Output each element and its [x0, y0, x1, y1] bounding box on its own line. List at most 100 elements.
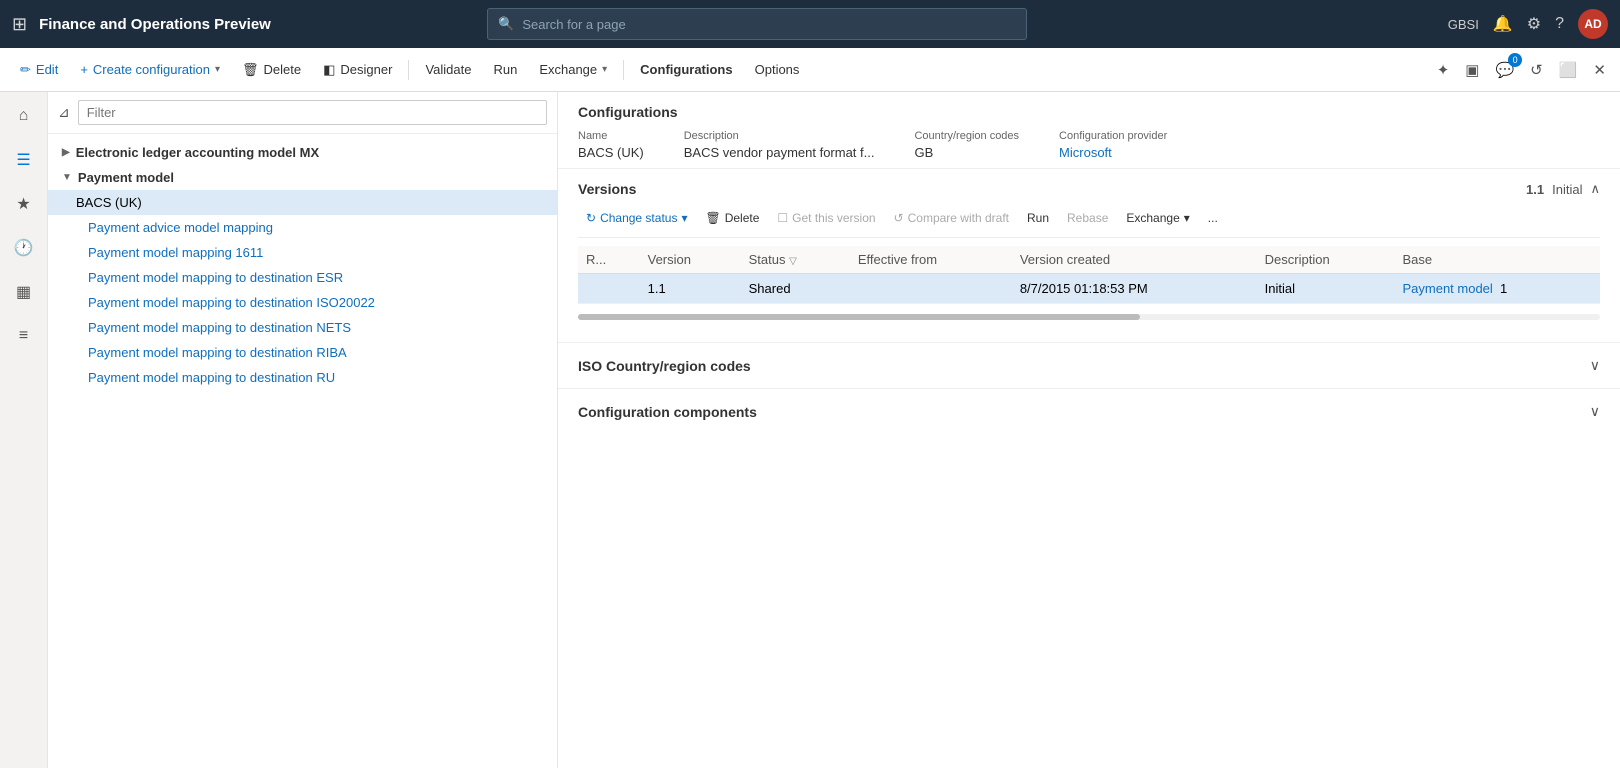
- home-icon[interactable]: ⌂: [8, 100, 40, 132]
- designer-button[interactable]: ◧ Designer: [313, 56, 402, 84]
- config-fields: Name BACS (UK) Description BACS vendor p…: [578, 130, 1600, 160]
- options-tab[interactable]: Options: [745, 56, 810, 83]
- chevron-down-icon: ▾: [215, 64, 220, 75]
- edit-icon: ✏: [20, 62, 31, 78]
- get-this-version-button[interactable]: ☐ Get this version: [769, 207, 883, 229]
- exchange-caret: ▾: [1184, 211, 1190, 225]
- tree-filter-icon: ⊿: [58, 104, 70, 121]
- version-exchange-button[interactable]: Exchange ▾: [1118, 207, 1197, 229]
- config-section-title: Configurations: [578, 104, 1600, 120]
- tree-item-payment-riba[interactable]: Payment model mapping to destination RIB…: [48, 340, 557, 365]
- col-status: Status ▽: [741, 246, 850, 274]
- top-bar: ⊞ Finance and Operations Preview 🔍 GBSI …: [0, 0, 1620, 48]
- tree-group-payment-model[interactable]: ▼ Payment model: [48, 165, 557, 190]
- version-number: 1.1: [1526, 182, 1544, 197]
- cell-base: Payment model 1: [1394, 274, 1600, 304]
- table-row[interactable]: 1.1 Shared 8/7/2015 01:18:53 PM Initial …: [578, 274, 1600, 304]
- side-panel-icon[interactable]: ▣: [1461, 57, 1483, 83]
- config-header: Configurations Name BACS (UK) Descriptio…: [558, 92, 1620, 169]
- main-layout: ⌂ ☰ ★ 🕐 ▦ ≡ ⊿ ▶ Electronic ledger accoun…: [0, 92, 1620, 768]
- expanded-icon: ▼: [62, 172, 72, 183]
- iso-chevron-down-icon: ∨: [1590, 357, 1600, 374]
- top-bar-right: GBSI 🔔 ⚙ ? AD: [1448, 9, 1608, 39]
- status-filter-icon[interactable]: ▽: [789, 256, 797, 267]
- validate-button[interactable]: Validate: [415, 56, 481, 83]
- run-button[interactable]: Run: [483, 56, 527, 83]
- tree-body: ▶ Electronic ledger accounting model MX …: [48, 134, 557, 768]
- config-components-section[interactable]: Configuration components ∨: [558, 388, 1620, 434]
- separator2: [623, 60, 624, 80]
- tree-item-bacs-uk[interactable]: BACS (UK): [48, 190, 557, 215]
- filter-nav-icon[interactable]: ☰: [8, 144, 40, 176]
- col-base: Base: [1394, 246, 1600, 274]
- search-icon: 🔍: [498, 16, 514, 32]
- search-bar[interactable]: 🔍: [487, 8, 1027, 40]
- version-run-button[interactable]: Run: [1019, 207, 1057, 229]
- avatar[interactable]: AD: [1578, 9, 1608, 39]
- close-icon[interactable]: ✕: [1589, 57, 1610, 83]
- cell-version: 1.1: [640, 274, 741, 304]
- base-link[interactable]: Payment model: [1402, 281, 1492, 296]
- versions-table: R... Version Status ▽ Effective from Ver…: [578, 246, 1600, 304]
- tree-item-payment-model-1611[interactable]: Payment model mapping 1611: [48, 240, 557, 265]
- description-value: BACS vendor payment format f...: [684, 145, 875, 160]
- compare-with-draft-button[interactable]: ↺ Compare with draft: [886, 207, 1017, 229]
- collapsed-icon: ▶: [62, 147, 70, 158]
- grid-icon[interactable]: ⊞: [12, 14, 27, 35]
- more-button[interactable]: ...: [1200, 207, 1226, 229]
- country-label: Country/region codes: [914, 130, 1019, 142]
- cell-effective-from: [850, 274, 1012, 304]
- sidebar-icons: ⌂ ☰ ★ 🕐 ▦ ≡: [0, 92, 48, 768]
- plus-icon: +: [80, 62, 88, 77]
- exchange-button[interactable]: Exchange ▾: [529, 56, 617, 83]
- iso-section[interactable]: ISO Country/region codes ∨: [558, 342, 1620, 388]
- description-label: Description: [684, 130, 875, 142]
- config-name-field: Name BACS (UK): [578, 130, 644, 160]
- tree-item-payment-ru[interactable]: Payment model mapping to destination RU: [48, 365, 557, 390]
- config-components-title: Configuration components: [578, 404, 757, 420]
- cmd-bar-right: ✦ ▣ 💬 0 ↺ ⬜ ✕: [1433, 57, 1610, 83]
- edit-button[interactable]: ✏ Edit: [10, 56, 68, 84]
- col-version: Version: [640, 246, 741, 274]
- provider-label: Configuration provider: [1059, 130, 1167, 142]
- horizontal-scrollbar[interactable]: [578, 314, 1600, 320]
- star-icon[interactable]: ★: [8, 188, 40, 220]
- badge-container: 💬 0: [1491, 57, 1518, 83]
- change-status-icon: ↻: [586, 211, 596, 225]
- config-description-field: Description BACS vendor payment format f…: [684, 130, 875, 160]
- versions-badge: 1.1 Initial ∧: [1526, 181, 1600, 197]
- collapse-icon[interactable]: ∧: [1590, 181, 1600, 197]
- filter-icon[interactable]: ✦: [1433, 57, 1454, 83]
- create-configuration-button[interactable]: + Create configuration ▾: [70, 56, 230, 83]
- base-num: 1: [1500, 281, 1507, 296]
- search-input[interactable]: [522, 17, 1016, 32]
- minimize-icon[interactable]: ⬜: [1555, 57, 1582, 83]
- change-status-button[interactable]: ↻ Change status ▾: [578, 207, 695, 229]
- tree-item-payment-nets[interactable]: Payment model mapping to destination NET…: [48, 315, 557, 340]
- rebase-button[interactable]: Rebase: [1059, 207, 1116, 229]
- delete-button[interactable]: 🗑 Delete: [232, 56, 311, 84]
- tree-panel: ⊿ ▶ Electronic ledger accounting model M…: [48, 92, 558, 768]
- tree-item-payment-advice[interactable]: Payment advice model mapping: [48, 215, 557, 240]
- compare-icon: ↺: [894, 211, 904, 225]
- help-icon[interactable]: ?: [1555, 15, 1564, 33]
- settings-icon[interactable]: ⚙: [1527, 14, 1541, 34]
- col-r: R...: [578, 246, 640, 274]
- tree-item-payment-esr[interactable]: Payment model mapping to destination ESR: [48, 265, 557, 290]
- tree-item-payment-iso20022[interactable]: Payment model mapping to destination ISO…: [48, 290, 557, 315]
- configurations-tab[interactable]: Configurations: [630, 56, 742, 83]
- list-icon[interactable]: ≡: [8, 320, 40, 352]
- clock-icon[interactable]: 🕐: [8, 232, 40, 264]
- provider-value[interactable]: Microsoft: [1059, 145, 1167, 160]
- badge-count: 0: [1508, 53, 1522, 67]
- grid-nav-icon[interactable]: ▦: [8, 276, 40, 308]
- tree-filter-input[interactable]: [78, 100, 547, 125]
- notification-icon[interactable]: 🔔: [1493, 14, 1513, 34]
- tree-group-electronic-ledger[interactable]: ▶ Electronic ledger accounting model MX: [48, 140, 557, 165]
- cell-version-created: 8/7/2015 01:18:53 PM: [1012, 274, 1257, 304]
- scrollbar-thumb: [578, 314, 1140, 320]
- version-delete-button[interactable]: 🗑 Delete: [697, 207, 767, 229]
- cell-r: [578, 274, 640, 304]
- refresh-icon[interactable]: ↺: [1526, 57, 1547, 83]
- version-toolbar: ↻ Change status ▾ 🗑 Delete ☐ Get this ve…: [578, 207, 1600, 238]
